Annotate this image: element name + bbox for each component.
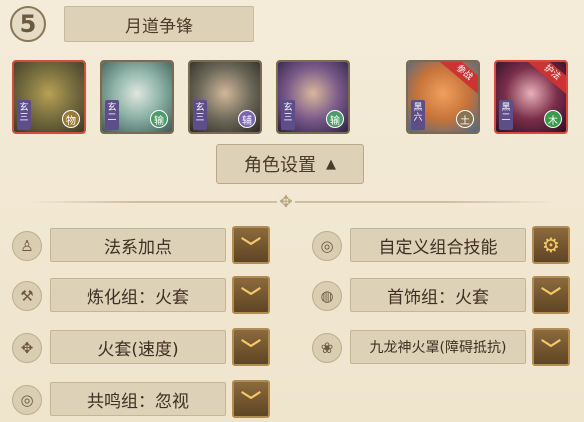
setting-row-custom-combo: ◎ 自定义组合技能 ⚙	[312, 226, 572, 266]
pet-tag: 黑六	[411, 100, 425, 130]
setting-label[interactable]: 九龙神火罩(障碍抵抗)	[350, 330, 526, 364]
character-portrait-1[interactable]: 玄三 物	[12, 60, 86, 134]
setting-row-refine-group: ⚒ 炼化组：火套 ﹀	[12, 276, 270, 316]
character-portrait-4[interactable]: 玄三 输	[276, 60, 350, 134]
pet-portrait-1[interactable]: 参战 黑六 土	[406, 60, 480, 134]
setting-row-attribute-points: ♙ 法系加点 ﹀	[12, 226, 270, 266]
setting-label[interactable]: 法系加点	[50, 228, 226, 262]
role-settings-label: 角色设置	[244, 155, 316, 176]
ring-icon: ◍	[312, 281, 342, 311]
role-settings-button[interactable]: 角色设置 ▲	[216, 144, 364, 184]
setting-row-resonance-group: ◎ 共鸣组：忽视 ﹀	[12, 380, 270, 420]
chevron-down-button[interactable]: ﹀	[532, 276, 570, 314]
character-portrait-3[interactable]: 玄三 辅	[188, 60, 262, 134]
element-badge: 木	[544, 110, 562, 128]
chevron-down-icon: ﹀	[541, 284, 561, 309]
pet-portrait-2[interactable]: 护法 黑二 木	[494, 60, 568, 134]
character-tag: 玄三	[17, 100, 31, 130]
chevron-down-icon: ﹀	[241, 388, 261, 413]
element-badge: 输	[326, 110, 344, 128]
chevron-down-icon: ﹀	[241, 234, 261, 259]
pet-tag: 黑二	[499, 100, 513, 130]
element-badge: 输	[150, 110, 168, 128]
chevron-down-button[interactable]: ﹀	[232, 276, 270, 314]
step-number-badge: 5	[10, 6, 46, 42]
setting-row-jewelry-group: ◍ 首饰组：火套 ﹀	[312, 276, 572, 316]
gear-icon: ⚙	[542, 233, 560, 257]
meditate-icon: ♙	[12, 231, 42, 261]
setting-label[interactable]: 火套(速度)	[50, 330, 226, 364]
swirl-icon: ◎	[12, 385, 42, 415]
triangle-up-icon: ▲	[326, 156, 336, 172]
lotus-icon: ❀	[312, 333, 342, 363]
chevron-down-button[interactable]: ﹀	[532, 328, 570, 366]
element-badge: 土	[456, 110, 474, 128]
character-portrait-2[interactable]: 玄二 输	[100, 60, 174, 134]
element-badge: 辅	[238, 110, 256, 128]
setting-label[interactable]: 共鸣组：忽视	[50, 382, 226, 416]
chevron-down-icon: ﹀	[241, 284, 261, 309]
chevron-down-button[interactable]: ﹀	[232, 380, 270, 418]
setting-row-equipment-set: ✥ 火套(速度) ﹀	[12, 328, 270, 368]
character-tag: 玄二	[105, 100, 119, 130]
setting-label[interactable]: 炼化组：火套	[50, 278, 226, 312]
setting-label[interactable]: 自定义组合技能	[350, 228, 526, 262]
armor-icon: ✥	[12, 333, 42, 363]
chevron-down-button[interactable]: ﹀	[232, 226, 270, 264]
element-badge: 物	[62, 110, 80, 128]
swirl-icon: ◎	[312, 231, 342, 261]
character-tag: 玄三	[281, 100, 295, 130]
role-panel: 5 月道争锋 玄三 物 玄二 输 玄三 辅 玄三 输 参战 黑六 土 护法 黑二…	[0, 0, 584, 422]
setting-label[interactable]: 首饰组：火套	[350, 278, 526, 312]
setting-row-artifact: ❀ 九龙神火罩(障碍抵抗) ﹀	[312, 328, 572, 368]
character-tag: 玄三	[193, 100, 207, 130]
gear-button[interactable]: ⚙	[532, 226, 570, 264]
chevron-down-icon: ﹀	[241, 336, 261, 361]
hammer-icon: ⚒	[12, 281, 42, 311]
chevron-down-button[interactable]: ﹀	[232, 328, 270, 366]
page-title: 月道争锋	[64, 6, 254, 42]
ornament-icon: ✥	[277, 193, 295, 211]
chevron-down-icon: ﹀	[541, 336, 561, 361]
